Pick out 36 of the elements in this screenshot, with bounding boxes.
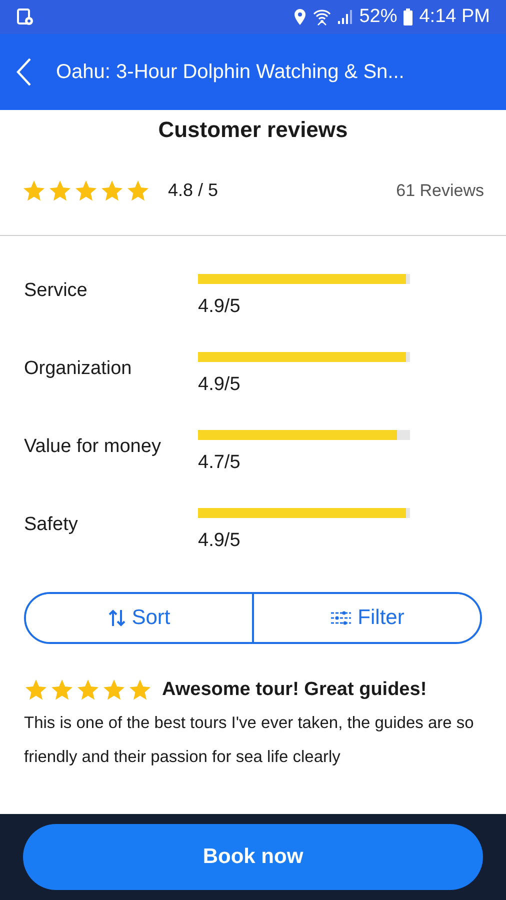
star-icon [74,178,98,202]
star-icon [22,178,46,202]
category-score: 4.9/5 [198,296,242,318]
back-button[interactable] [16,57,32,87]
review-title: Awesome tour! Great guides! [162,679,427,701]
category-score: 4.9/5 [198,530,242,552]
star-icon [100,178,124,202]
clock-time: 4:14 PM [419,6,490,28]
category-score: 4.7/5 [198,452,242,474]
category-score: 4.9/5 [198,374,242,396]
category-label: Safety [24,513,79,537]
location-icon [293,8,308,26]
category-label: Value for money [24,435,162,459]
star-icon [24,678,48,702]
star-icon [48,178,72,202]
star-icon [126,178,150,202]
section-heading: Customer reviews [157,116,349,144]
sort-icon [108,608,126,628]
star-icon [50,678,74,702]
battery-icon [403,8,414,26]
rating-score: 4.8 / 5 [168,180,220,201]
wifi-icon [313,8,332,26]
filter-icon [330,609,352,627]
star-icon [76,678,100,702]
review-text: This is one of the best tours I've ever taken, the guides are so friendly and their passion for sea life clearly [24,713,475,768]
category-label: Organization [24,357,133,381]
signal-icon [337,9,354,25]
notification-icon [16,8,34,26]
filter-button[interactable]: Filter [252,594,480,642]
battery-percent: 52% [359,6,398,28]
book-now-button[interactable]: Book now [23,824,483,890]
page-title: Oahu: 3-Hour Dolphin Watching & Sn... [56,60,404,84]
star-icon [102,678,126,702]
star-icon [128,678,152,702]
review-count: 61 Reviews [396,180,484,200]
category-label: Service [24,279,88,303]
